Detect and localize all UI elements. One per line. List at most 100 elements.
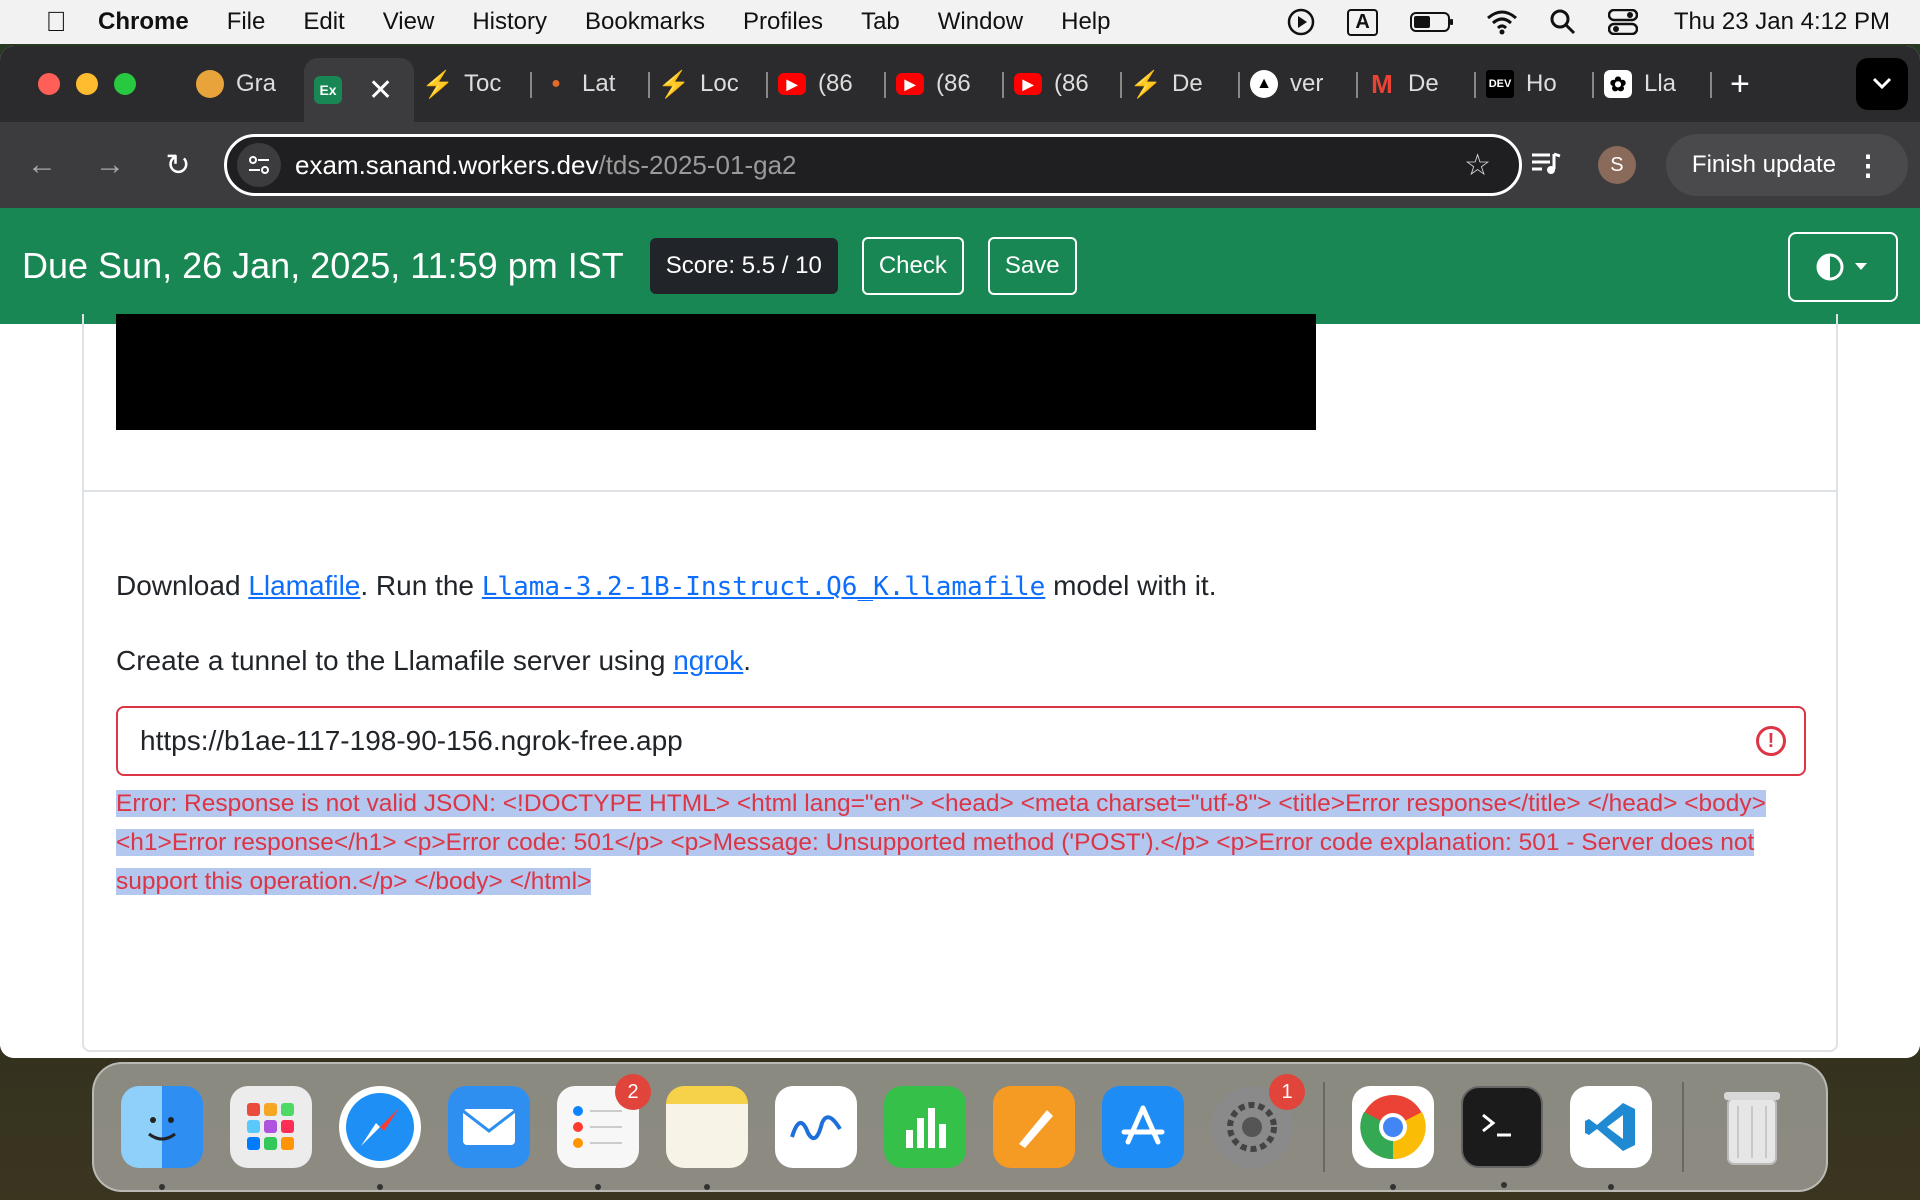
theme-toggle-button[interactable] xyxy=(1788,232,1898,302)
chatgpt-favicon-icon: ✿ xyxy=(1604,70,1632,98)
menu-view[interactable]: View xyxy=(383,8,435,36)
input-source-label: A xyxy=(1347,8,1378,36)
reminders-dock-icon[interactable]: 2 xyxy=(557,1074,651,1190)
tab-youtube-2[interactable]: ▶ (86 xyxy=(886,59,1004,109)
numbers-dock-icon[interactable] xyxy=(884,1086,966,1168)
url-path: /tds-2025-01-ga2 xyxy=(598,149,797,180)
zoom-window-button[interactable] xyxy=(114,73,136,95)
youtube-favicon-icon: ▶ xyxy=(778,73,806,95)
media-controls-icon[interactable] xyxy=(1530,150,1562,181)
menu-app-name[interactable]: Chrome xyxy=(98,8,189,36)
zap-favicon-icon: ⚡ xyxy=(657,68,691,99)
menubar-clock[interactable]: Thu 23 Jan 4:12 PM xyxy=(1674,8,1890,36)
tab-gra[interactable]: Gra xyxy=(186,59,304,109)
menu-history[interactable]: History xyxy=(472,8,547,36)
close-window-button[interactable] xyxy=(38,73,60,95)
finish-update-button[interactable]: Finish update ⋮ xyxy=(1665,134,1908,196)
menu-bookmarks[interactable]: Bookmarks xyxy=(585,8,705,36)
tab-label: Ho xyxy=(1526,70,1557,97)
tab-dev[interactable]: DEV Ho xyxy=(1476,59,1594,109)
browser-toolbar: ← → ↻ exam.sanand.workers.dev/tds-2025-0… xyxy=(0,122,1920,208)
youtube-favicon-icon: ▶ xyxy=(896,73,924,95)
tab-ver[interactable]: ▲ ver xyxy=(1240,59,1358,109)
tab-search-button[interactable] xyxy=(1856,58,1908,110)
app-store-dock-icon[interactable] xyxy=(1102,1086,1184,1168)
contrast-icon xyxy=(1816,253,1867,281)
safari-dock-icon[interactable] xyxy=(339,1086,421,1190)
grader-favicon-icon xyxy=(196,70,224,98)
tab-gmail[interactable]: M De xyxy=(1358,59,1476,109)
tab-label: Lat xyxy=(582,70,616,97)
score-badge: Score: 5.5 / 10 xyxy=(649,238,838,294)
launchpad-dock-icon[interactable] xyxy=(230,1086,312,1168)
more-vertical-icon: ⋮ xyxy=(1854,149,1882,181)
freeform-dock-icon[interactable] xyxy=(775,1086,857,1168)
vscode-dock-icon[interactable] xyxy=(1570,1086,1652,1190)
settings-badge: 1 xyxy=(1269,1074,1305,1110)
ngrok-url-input[interactable]: https://b1ae-117-198-90-156.ngrok-free.a… xyxy=(116,706,1806,776)
spotlight-search-icon[interactable] xyxy=(1550,9,1576,35)
tab-de[interactable]: ⚡ De xyxy=(1122,59,1240,109)
new-tab-icon[interactable]: + xyxy=(1730,65,1750,104)
validation-error-message: Error: Response is not valid JSON: <!DOC… xyxy=(116,784,1806,901)
tab-label: ver xyxy=(1290,70,1324,97)
system-settings-dock-icon[interactable]: 1 xyxy=(1211,1074,1305,1168)
profile-avatar[interactable]: S xyxy=(1597,146,1636,184)
pages-dock-icon[interactable] xyxy=(993,1086,1075,1168)
minimize-window-button[interactable] xyxy=(76,73,98,95)
chrome-dock-icon[interactable] xyxy=(1352,1086,1434,1190)
reload-icon[interactable]: ↻ xyxy=(144,148,212,183)
wifi-icon[interactable] xyxy=(1486,9,1518,35)
check-button[interactable]: Check xyxy=(861,237,964,295)
menu-edit[interactable]: Edit xyxy=(303,8,344,36)
url-host: exam.sanand.workers.dev xyxy=(295,149,599,180)
menu-window[interactable]: Window xyxy=(938,8,1023,36)
notes-dock-icon[interactable] xyxy=(666,1086,748,1190)
tab-lat[interactable]: ● Lat xyxy=(532,59,650,109)
menu-help[interactable]: Help xyxy=(1061,8,1110,36)
video-embed[interactable] xyxy=(116,314,1316,430)
play-circle-icon[interactable] xyxy=(1287,8,1315,36)
menu-tab[interactable]: Tab xyxy=(861,8,900,36)
address-bar[interactable]: exam.sanand.workers.dev/tds-2025-01-ga2 … xyxy=(224,134,1522,196)
close-tab-icon[interactable]: ✕ xyxy=(368,73,393,108)
save-button[interactable]: Save xyxy=(987,237,1077,295)
model-file-link[interactable]: Llama-3.2-1B-Instruct.Q6_K.llamafile xyxy=(482,572,1046,602)
tab-youtube-3[interactable]: ▶ (86 xyxy=(1004,59,1122,109)
tab-label: Loc xyxy=(700,70,739,97)
forward-arrow-icon[interactable]: → xyxy=(76,148,144,182)
input-source-icon[interactable]: A xyxy=(1347,8,1378,36)
reminders-badge: 2 xyxy=(615,1074,651,1110)
trash-dock-icon[interactable] xyxy=(1711,1086,1793,1168)
tab-chatgpt[interactable]: ✿ Lla xyxy=(1594,59,1712,109)
llamafile-link[interactable]: Llamafile xyxy=(248,570,360,601)
due-date: Due Sun, 26 Jan, 2025, 11:59 pm IST xyxy=(22,245,624,286)
back-arrow-icon[interactable]: ← xyxy=(8,148,76,182)
terminal-dock-icon[interactable] xyxy=(1461,1086,1543,1188)
menu-profiles[interactable]: Profiles xyxy=(743,8,823,36)
divider xyxy=(84,490,1836,492)
tab-loc[interactable]: ⚡ Loc xyxy=(650,59,768,109)
tab-youtube-1[interactable]: ▶ (86 xyxy=(768,59,886,109)
exam-favicon-icon: Ex xyxy=(314,76,342,104)
menu-file[interactable]: File xyxy=(227,8,266,36)
macos-dock: 2 1 xyxy=(92,1062,1828,1192)
ngrok-link[interactable]: ngrok xyxy=(673,645,743,676)
tab-label: Toc xyxy=(464,70,502,97)
control-center-icon[interactable] xyxy=(1607,9,1638,35)
tab-label: (86 xyxy=(936,70,971,97)
battery-icon[interactable] xyxy=(1409,11,1454,33)
page-content: Download Llamafile. Run the Llama-3.2-1B… xyxy=(0,314,1920,1058)
tab-label: Gra xyxy=(236,70,277,97)
tab-exam-active[interactable]: Ex ✕ xyxy=(304,58,414,122)
exam-header-bar: Due Sun, 26 Jan, 2025, 11:59 pm IST Scor… xyxy=(0,208,1920,324)
bookmark-star-icon[interactable]: ☆ xyxy=(1464,148,1491,183)
tab-toc[interactable]: ⚡ Toc xyxy=(414,59,532,109)
finder-dock-icon[interactable] xyxy=(121,1086,203,1190)
chevron-down-icon xyxy=(1872,77,1892,90)
dock-separator xyxy=(1682,1082,1684,1172)
mail-dock-icon[interactable] xyxy=(448,1086,530,1168)
question-card: Download Llamafile. Run the Llama-3.2-1B… xyxy=(82,314,1838,1052)
apple-menu-icon[interactable]:  xyxy=(36,6,76,38)
site-settings-icon[interactable] xyxy=(237,143,281,187)
